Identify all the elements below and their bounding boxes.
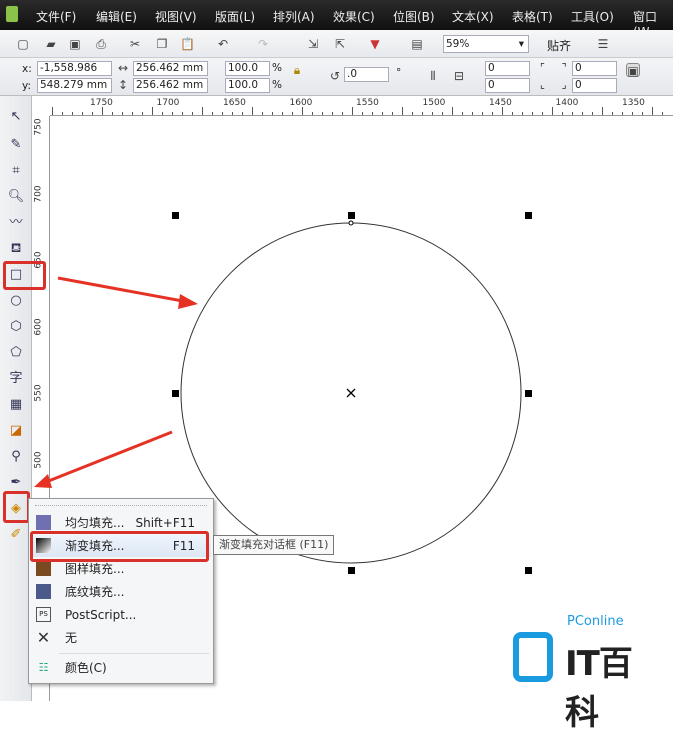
- logo-mark: [513, 632, 553, 682]
- menu-item-color[interactable]: ☷ 颜色(C): [31, 657, 211, 679]
- menu-item-none[interactable]: ✕ 无: [31, 627, 211, 649]
- texture-fill-icon: [36, 584, 51, 599]
- uniform-fill-icon: [36, 515, 51, 530]
- logo-brand: PConline: [567, 614, 624, 629]
- menu-item-label: 颜色(C): [65, 661, 107, 675]
- selection-handle[interactable]: [172, 390, 179, 397]
- selection-handle[interactable]: [348, 212, 355, 219]
- menu-separator: [59, 653, 209, 654]
- selection-handle[interactable]: [172, 212, 179, 219]
- arrow-line: [57, 276, 189, 304]
- arrow-head: [34, 474, 52, 488]
- selection-handle[interactable]: [525, 390, 532, 397]
- pattern-fill-icon: [36, 561, 51, 576]
- menu-item-label: PostScript...: [65, 608, 137, 622]
- center-x-icon: [346, 388, 356, 398]
- highlight-rectangle-tool: [3, 261, 46, 290]
- node-point: [348, 220, 354, 226]
- fill-flyout-menu: 均匀填充... Shift+F11 渐变填充... F11 图样填充... 底纹填充…: [28, 498, 214, 684]
- color-icon: ☷: [38, 661, 49, 674]
- menu-item-label: 底纹填充...: [65, 585, 125, 599]
- selection-handle[interactable]: [348, 567, 355, 574]
- logo-text: IT百科: [565, 644, 633, 733]
- arrow-head: [178, 294, 198, 309]
- highlight-fill-tool: [3, 491, 30, 523]
- menu-item-label: 无: [65, 631, 78, 645]
- selection-handle[interactable]: [525, 567, 532, 574]
- menu-item-texture-fill[interactable]: 底纹填充...: [31, 581, 211, 603]
- arrow-line: [45, 430, 173, 484]
- highlight-fountain-fill: [30, 531, 209, 562]
- menu-grip: [35, 505, 207, 506]
- postscript-icon: PS: [36, 607, 51, 622]
- selection-handle[interactable]: [525, 212, 532, 219]
- tooltip: 渐变填充对话框 (F11): [213, 535, 335, 555]
- none-x-icon: ✕: [36, 628, 51, 647]
- watermark-logo: PConline IT百科: [513, 612, 663, 733]
- menu-item-postscript[interactable]: PS PostScript...: [31, 604, 211, 626]
